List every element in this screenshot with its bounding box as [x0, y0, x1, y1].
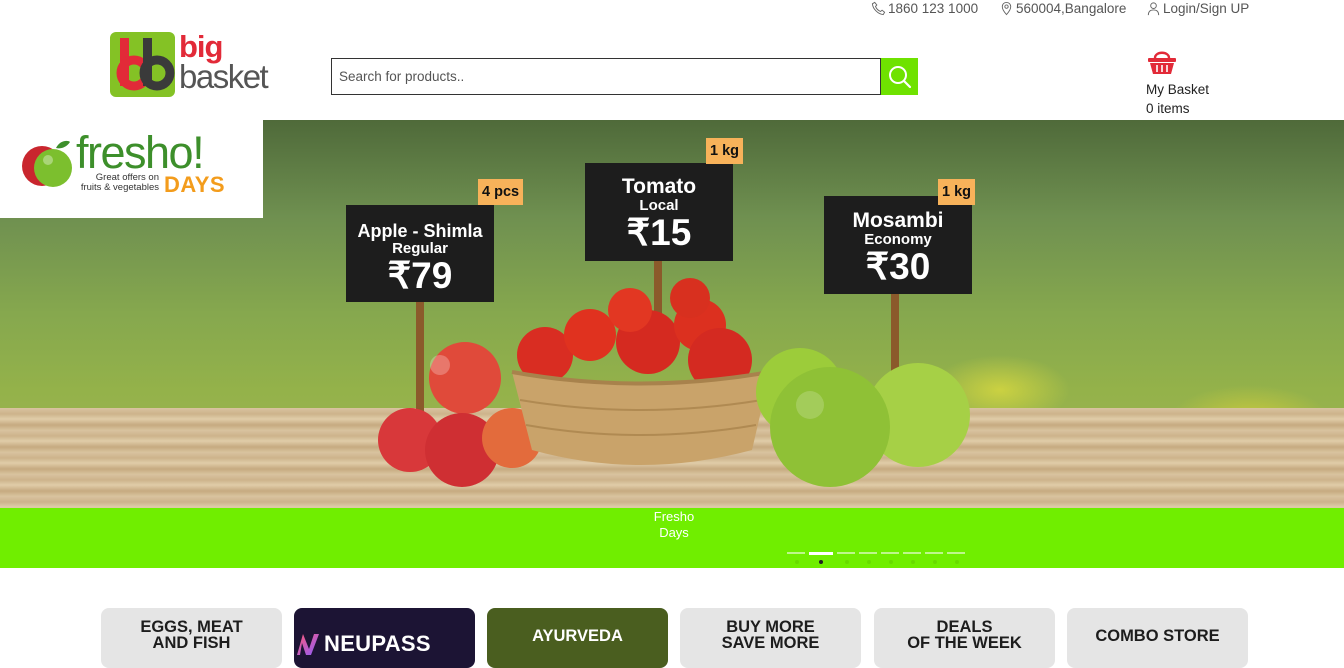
tile-label-line2: OF THE WEEK — [907, 634, 1022, 652]
apple-logo-icon — [22, 140, 72, 187]
top-utility-bar: 1860 123 1000 560004,Bangalore Login/Sig… — [0, 0, 1344, 18]
carousel-dot[interactable] — [859, 552, 877, 566]
product-price: ₹15 — [626, 211, 692, 253]
search-input[interactable] — [331, 58, 881, 95]
fresho-days-text: DAYS — [164, 172, 226, 197]
fresho-tagline: Great offers on fruits & vegetables — [80, 172, 159, 193]
tomato-basket-illustration — [511, 278, 771, 465]
qty-tag-apple: 4 pcs — [478, 179, 524, 205]
neupass-logo-icon — [297, 634, 319, 655]
basket-icon — [1148, 51, 1176, 74]
tile-ayurveda[interactable]: AYURVEDA — [487, 608, 668, 668]
product-name: Mosambi — [852, 209, 944, 232]
fresho-days-logo: fresho! Great offers on fruits & vegetab… — [0, 120, 263, 218]
tile-label-line1: DEALS — [936, 618, 993, 636]
carousel-dot[interactable] — [787, 552, 805, 566]
search-bar — [331, 58, 918, 95]
hero-banner-fresho-days[interactable]: fresho! Great offers on fruits & vegetab… — [0, 120, 1344, 508]
banner-caption: Fresho Days — [644, 509, 704, 541]
product-name: Apple - Shimla — [357, 221, 483, 241]
phone-number: 1860 123 1000 — [888, 0, 979, 16]
carousel-dot[interactable] — [925, 552, 943, 566]
logo-word-basket: basket — [179, 58, 269, 95]
basket-count: 0 items — [1146, 101, 1190, 116]
product-price: ₹79 — [387, 254, 453, 296]
caption-line1: Fresho — [653, 509, 695, 524]
location-selector[interactable]: 560004,Bangalore — [999, 0, 1126, 16]
tile-buy-more-save-more[interactable]: BUY MORE SAVE MORE — [680, 608, 861, 668]
location-text: 560004,Bangalore — [1016, 0, 1127, 16]
tile-deals-of-the-week[interactable]: DEALS OF THE WEEK — [874, 608, 1055, 668]
tile-label-line1: EGGS, MEAT — [140, 618, 243, 636]
qty-tag-mosambi: 1 kg — [938, 179, 976, 205]
carousel-dot[interactable] — [947, 552, 965, 566]
search-button[interactable] — [881, 58, 918, 95]
tile-label-line2: SAVE MORE — [721, 634, 820, 652]
carousel-dot[interactable] — [837, 552, 855, 566]
caption-line2: Days — [659, 525, 689, 540]
tile-label-line2: AND FISH — [152, 634, 231, 652]
login-text: Login/Sign UP — [1163, 0, 1250, 16]
logo-wordmark: big basket — [179, 31, 269, 95]
mosambi-illustration — [756, 348, 970, 487]
phone-icon — [871, 1, 886, 15]
qty-tag-tomato: 1 kg — [706, 138, 744, 164]
product-name: Tomato — [621, 175, 697, 198]
carousel-indicators — [787, 552, 969, 566]
my-basket[interactable]: My Basket 0 items — [1146, 48, 1236, 120]
tile-combo-store[interactable]: COMBO STORE — [1067, 608, 1248, 668]
tile-neupass[interactable]: NEUPASS — [294, 608, 475, 668]
fresho-wordmark: fresho! — [76, 127, 205, 178]
phone-link[interactable]: 1860 123 1000 — [871, 0, 978, 16]
bigbasket-logo[interactable]: big basket — [110, 31, 275, 99]
tile-label-line1: NEUPASS — [324, 631, 431, 656]
basket-label: My Basket — [1146, 82, 1210, 97]
location-pin-icon — [1001, 1, 1012, 15]
banner-caption-strip: Fresho Days — [0, 508, 1344, 568]
search-icon — [888, 65, 911, 88]
login-signup-link[interactable]: Login/Sign UP — [1146, 0, 1249, 16]
user-icon — [1147, 1, 1160, 15]
logo-mark — [110, 32, 175, 97]
price-board-apple: Apple - Shimla Regular ₹79 — [346, 205, 494, 302]
product-price: ₹30 — [865, 245, 931, 287]
logo-bb-icon — [116, 38, 175, 91]
category-tiles: EGGS, MEAT AND FISH NEUPASS AYURVEDA BUY… — [101, 608, 1248, 668]
carousel-dot[interactable] — [903, 552, 921, 566]
tile-label-line1: AYURVEDA — [532, 627, 623, 645]
tile-eggs-meat-fish[interactable]: EGGS, MEAT AND FISH — [101, 608, 282, 668]
carousel-dot[interactable] — [881, 552, 899, 566]
carousel-dot-active[interactable] — [809, 552, 833, 566]
price-board-tomato: Tomato Local ₹15 — [585, 163, 733, 261]
price-board-mosambi: Mosambi Economy ₹30 — [824, 196, 972, 294]
tile-label-line1: BUY MORE — [726, 618, 815, 636]
tile-label-line1: COMBO STORE — [1095, 627, 1220, 645]
apples-illustration — [378, 342, 542, 487]
